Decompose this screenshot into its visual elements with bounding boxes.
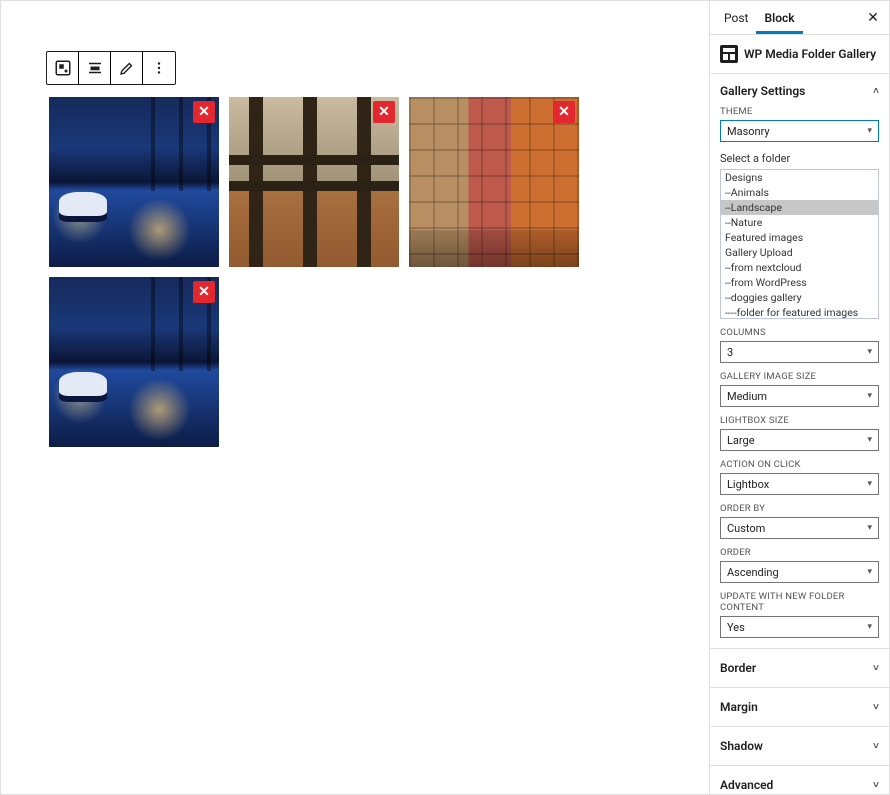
editor-canvas: ✕ ✕ ✕ ✕ [1,1,709,794]
panel-header-shadow[interactable]: Shadow ˅ [720,739,879,753]
chevron-up-icon: ˄ [873,86,879,97]
panel-advanced: Advanced ˅ [710,766,889,794]
panel-header-border[interactable]: Border ˅ [720,661,879,675]
select-value: 3 [727,346,733,359]
folder-select[interactable]: Designs--Animals--Landscape--NatureFeatu… [720,169,879,319]
chevron-down-icon: ▾ [867,622,872,632]
chevron-down-icon: ˅ [873,663,879,674]
chevron-down-icon: ▾ [867,523,872,533]
panel-title: Margin [720,700,758,714]
panel-header-margin[interactable]: Margin ˅ [720,700,879,714]
tab-post[interactable]: Post [716,1,756,34]
chevron-down-icon: ▾ [867,567,872,577]
update-with-new-select[interactable]: Yes ▾ [720,616,879,638]
block-icon [54,59,72,77]
chevron-down-icon: ▾ [867,126,872,136]
panel-gallery-settings: Gallery Settings ˄ THEME Masonry ▾ Selec… [710,74,889,649]
remove-image-button[interactable]: ✕ [193,101,215,123]
folder-option[interactable]: --Nature [721,215,878,230]
align-icon [86,59,104,77]
panel-title: Gallery Settings [720,84,805,98]
folder-select-label: Select a folder [720,152,879,165]
select-value: Large [727,434,755,447]
gallery-item[interactable]: ✕ [229,97,399,267]
select-value: Yes [727,621,745,634]
lightbox-size-label: LIGHTBOX SIZE [720,415,879,426]
order-by-label: ORDER BY [720,503,879,514]
gallery-grid: ✕ ✕ ✕ ✕ [49,97,589,447]
chevron-down-icon: ˅ [873,780,879,791]
folder-option[interactable]: Designs [721,170,878,185]
panel-border: Border ˅ [710,649,889,688]
folder-option[interactable]: --doggies gallery [721,290,878,305]
block-type-button[interactable] [47,52,79,84]
panel-header-gallery-settings[interactable]: Gallery Settings ˄ [720,84,879,98]
panel-title: Shadow [720,739,763,753]
folder-option[interactable]: ----folder for featured images [721,305,878,319]
gallery-item[interactable]: ✕ [49,277,219,447]
chevron-down-icon: ▾ [867,435,872,445]
select-value: Custom [727,522,765,535]
columns-label: COLUMNS [720,327,879,338]
remove-image-button[interactable]: ✕ [193,281,215,303]
settings-sidebar: Post Block ✕ WP Media Folder Gallery Gal… [709,1,889,794]
folder-option[interactable]: --Landscape [721,200,878,215]
image-size-select[interactable]: Medium ▾ [720,385,879,407]
order-label: ORDER [720,547,879,558]
folder-option[interactable]: Featured images [721,230,878,245]
update-with-new-label: UPDATE WITH NEW FOLDER CONTENT [720,591,879,613]
edit-button[interactable] [111,52,143,84]
more-options-button[interactable] [143,52,175,84]
panel-header-advanced[interactable]: Advanced ˅ [720,778,879,792]
tab-block[interactable]: Block [756,1,802,34]
columns-select[interactable]: 3 ▾ [720,341,879,363]
panel-shadow: Shadow ˅ [710,727,889,766]
panel-title: Border [720,661,756,675]
chevron-down-icon: ˅ [873,702,879,713]
chevron-down-icon: ▾ [867,391,872,401]
close-sidebar-button[interactable]: ✕ [863,1,883,35]
chevron-down-icon: ˅ [873,741,879,752]
block-toolbar [46,51,176,85]
align-button[interactable] [79,52,111,84]
block-card-icon [720,45,738,63]
sidebar-tabs: Post Block ✕ [710,1,889,35]
pencil-icon [118,59,136,77]
theme-select[interactable]: Masonry ▾ [720,120,879,142]
order-by-select[interactable]: Custom ▾ [720,517,879,539]
select-value: Ascending [727,566,779,579]
folder-option[interactable]: --from nextcloud [721,260,878,275]
more-vertical-icon [150,59,168,77]
image-size-label: GALLERY IMAGE SIZE [720,371,879,382]
chevron-down-icon: ▾ [867,479,872,489]
theme-label: THEME [720,106,879,117]
select-value: Medium [727,390,767,403]
select-value: Masonry [727,125,770,138]
gallery-item[interactable]: ✕ [49,97,219,267]
action-on-click-select[interactable]: Lightbox ▾ [720,473,879,495]
chevron-down-icon: ▾ [867,347,872,357]
remove-image-button[interactable]: ✕ [553,101,575,123]
gallery-item[interactable]: ✕ [409,97,579,267]
remove-image-button[interactable]: ✕ [373,101,395,123]
folder-option[interactable]: --Animals [721,185,878,200]
block-card: WP Media Folder Gallery [710,35,889,74]
panel-title: Advanced [720,778,773,792]
block-card-title: WP Media Folder Gallery [744,47,876,61]
panel-margin: Margin ˅ [710,688,889,727]
select-value: Lightbox [727,478,769,491]
lightbox-size-select[interactable]: Large ▾ [720,429,879,451]
action-on-click-label: ACTION ON CLICK [720,459,879,470]
folder-option[interactable]: Gallery Upload [721,245,878,260]
folder-option[interactable]: --from WordPress [721,275,878,290]
order-select[interactable]: Ascending ▾ [720,561,879,583]
